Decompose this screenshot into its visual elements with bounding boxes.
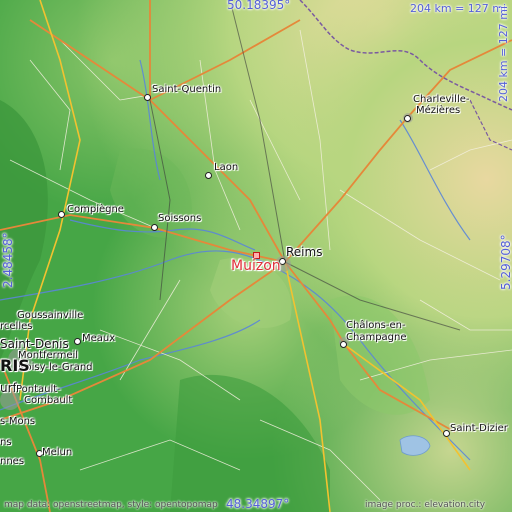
city-label-meaux: Meaux [82,333,116,344]
city-label-charleville: Charleville- [413,94,470,105]
city-label-saint-dizier: Saint-Dizier [450,423,508,434]
city-label-chalons-2: Champagne [346,332,407,343]
attribution-map-data: map data: openstreetmap, style: opentopo… [4,500,218,510]
city-label-charleville-2: Mézières [416,105,461,116]
attribution-image-proc: image proc.: elevation.city [365,500,486,510]
bottom-latitude-label: 48.34897° [226,497,290,511]
city-label-laon: Laon [214,162,239,173]
city-label-saint-denis: Saint-Denis [0,337,69,351]
scale-top-label: 204 km = 127 mi [410,2,507,15]
right-longitude-label: 5.29708° [499,234,512,290]
city-dot-soissons [151,224,158,231]
city-label-pontault: Pontault- [16,384,61,395]
city-label-celles: rcelles [0,321,33,332]
map-view[interactable]: 50.18395° 48.34897° 2.48458° 5.29708° 20… [0,0,512,512]
city-dot-meaux [74,338,81,345]
city-label-urf: urf [0,381,17,395]
city-label-goussainville: Goussainville [17,310,84,321]
city-label-soissons: Soissons [158,213,202,224]
city-label-melun: Melun [42,447,73,458]
city-dot-laon [205,172,212,179]
city-label-ns: ns [0,437,12,448]
city-dot-saint-dizier [443,430,450,437]
city-label-chalons: Châlons-en- [346,320,406,331]
city-dot-compiegne [58,211,65,218]
city-dot-charleville [404,115,411,122]
place-label-muizon: Muizon [231,258,281,274]
city-label-saint-quentin: Saint-Quentin [152,84,222,95]
city-label-pontault-2: Combault [24,395,73,406]
top-latitude-label: 50.18395° [227,0,291,12]
city-label-compiegne: Compiègne [67,204,124,215]
left-longitude-label: 2.48458° [1,232,15,288]
scale-right-label: 204 km = 127 mi [497,5,510,102]
city-label-nnes: nnes [0,456,25,467]
city-label-reims: Reims [286,245,323,259]
city-label-mons: s-Mons [0,416,36,427]
city-dot-saint-quentin [144,94,151,101]
city-label-paris: RIS [0,356,30,375]
